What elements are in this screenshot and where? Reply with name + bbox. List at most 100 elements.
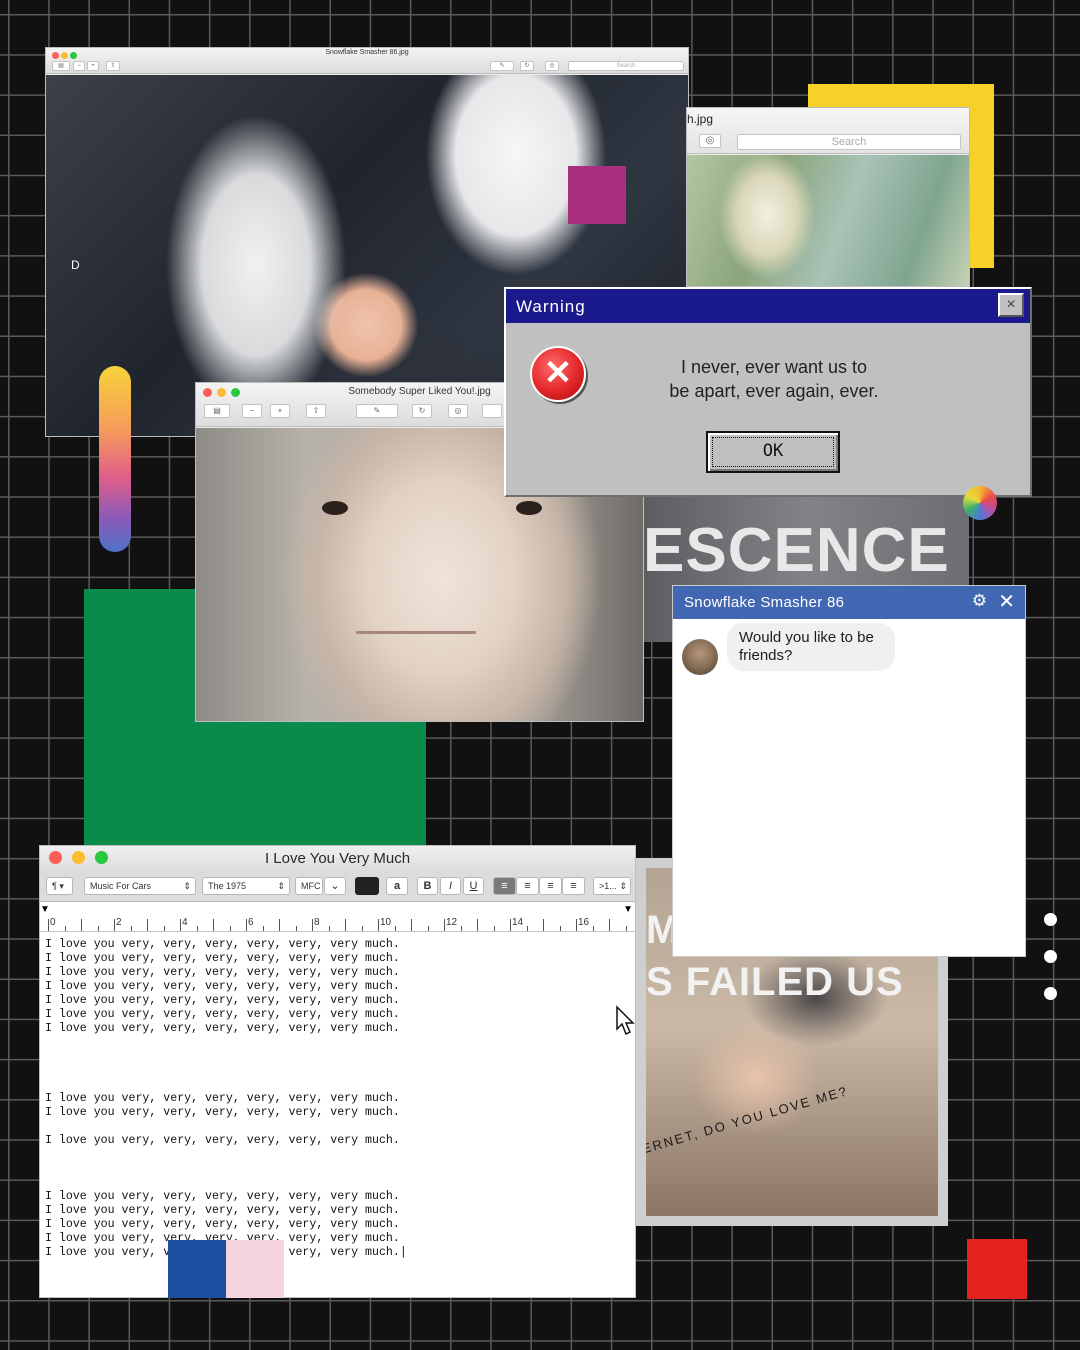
text-line: I love you very, very, very, very, very,… — [45, 966, 400, 979]
text-editor-window[interactable]: I Love You Very Much ¶ ▾ Music For Cars ⇕… — [39, 845, 636, 1298]
title-bar[interactable]: Snowflake Smasher 86.jpg ▤ − + ⇧ ✎ ↻ ◎ S… — [46, 48, 688, 74]
text-line: I love you very, very, very, very, very,… — [45, 1022, 400, 1035]
style-select[interactable]: Music For Cars ⇕ — [84, 877, 196, 895]
gear-icon[interactable]: ⚙ — [972, 591, 987, 611]
highlight-button[interactable]: a — [386, 877, 408, 895]
ruler-tick — [295, 926, 297, 931]
dialog-title: Warning — [516, 297, 586, 316]
ruler-tick — [130, 926, 132, 931]
ruler-number: 16 — [578, 917, 590, 928]
text-line: I love you very, very, very, very, very,… — [45, 952, 400, 965]
text-line: I love you very, very, very, very, very,… — [45, 1106, 400, 1119]
markup-pen-icon[interactable]: ✎ — [356, 404, 398, 418]
ruler-tick — [526, 926, 528, 931]
font-size-select[interactable]: MFC — [295, 877, 323, 895]
justify-icon[interactable]: ≡ — [562, 877, 585, 895]
ruler-tick — [229, 926, 231, 931]
document-body[interactable]: I love you very, very, very, very, very,… — [45, 938, 407, 1260]
dialog-title-bar[interactable]: Warning × — [506, 289, 1030, 323]
line-spacing-select[interactable]: >1... ⇕ — [593, 877, 631, 895]
bold-button[interactable]: B — [417, 877, 438, 895]
ruler-tick — [477, 919, 478, 931]
font-select[interactable]: The 1975 ⇕ — [202, 877, 290, 895]
rotate-icon[interactable]: ↻ — [520, 61, 534, 71]
title-bar[interactable]: h.jpg ◎ Search — [687, 108, 969, 154]
markup-pen-icon[interactable]: ✎ — [490, 61, 514, 71]
ruler-number: 4 — [182, 917, 188, 928]
underline-button[interactable]: U — [463, 877, 484, 895]
poster-failed-text: S FAILED US — [646, 960, 904, 1004]
text-line — [45, 1162, 407, 1176]
text-line — [45, 1050, 407, 1064]
chat-header[interactable]: Snowflake Smasher 86 ⚙ ✕ — [673, 586, 1025, 619]
search-input[interactable]: Search — [737, 134, 961, 150]
left-indent-marker[interactable]: ▼ — [40, 904, 50, 915]
zoom-out-icon[interactable]: − — [73, 61, 85, 71]
blue-square — [168, 1240, 226, 1298]
window-title: Snowflake Smasher 86.jpg — [325, 49, 409, 56]
text-line: I love you very, very, very, very, very,… — [45, 1190, 400, 1203]
avatar[interactable] — [682, 639, 718, 675]
ruler-tick — [394, 926, 396, 931]
text-line — [45, 1078, 407, 1092]
zoom-in-icon[interactable]: + — [87, 61, 99, 71]
ruler-number: 8 — [314, 917, 320, 928]
ruler[interactable]: ▼ ▼ 0 2 4 6 8 10 12 14 16 — [40, 902, 635, 932]
search-input[interactable]: Search — [568, 61, 684, 71]
text-line — [45, 1148, 407, 1162]
ruler-tick — [510, 919, 511, 931]
sidebar-icon[interactable]: ▤ — [52, 61, 70, 71]
poster-headline: ESCENCE — [643, 516, 950, 585]
chat-window[interactable]: Snowflake Smasher 86 ⚙ ✕ Would you like … — [672, 585, 1026, 957]
ruler-tick — [312, 919, 313, 931]
paragraph-style-select[interactable]: ¶ ▾ — [46, 877, 73, 895]
ok-button[interactable]: OK — [706, 431, 840, 473]
ruler-tick — [163, 926, 165, 931]
ruler-number: 12 — [446, 917, 458, 928]
ruler-tick — [262, 926, 264, 931]
text-color-swatch[interactable] — [355, 877, 379, 895]
rotate-icon[interactable]: ↻ — [412, 404, 432, 418]
text-line — [45, 1176, 407, 1190]
ruler-tick — [460, 926, 462, 931]
chevron-down-icon[interactable]: ⌄ — [324, 877, 346, 895]
sidebar-icon[interactable]: ▤ — [204, 404, 230, 418]
align-center-icon[interactable]: ≡ — [516, 877, 539, 895]
annotate-icon[interactable]: ◎ — [545, 61, 559, 71]
text-line: I love you very, very, very, very, very,… — [45, 938, 400, 951]
message-bubble: Would you like to be friends? — [727, 623, 895, 671]
ruler-tick — [279, 919, 280, 931]
close-icon[interactable]: ✕ — [998, 589, 1015, 614]
ruler-tick — [246, 919, 247, 931]
message-line-1: I never, ever want us to — [680, 357, 868, 377]
warning-dialog[interactable]: Warning × ✕ I never, ever want us to be … — [504, 287, 1032, 497]
error-icon: ✕ — [530, 346, 586, 402]
text-line — [45, 1064, 407, 1078]
dot — [1044, 987, 1057, 1000]
align-right-icon[interactable]: ≡ — [539, 877, 562, 895]
text-line: I love you very, very, very, very, very,… — [45, 1204, 400, 1217]
magenta-square — [568, 166, 626, 224]
zoom-in-icon[interactable]: + — [270, 404, 290, 418]
close-icon[interactable]: × — [998, 293, 1024, 317]
ruler-tick — [609, 919, 610, 931]
italic-button[interactable]: I — [440, 877, 461, 895]
ruler-tick — [114, 919, 115, 931]
more-icon[interactable] — [482, 404, 502, 418]
zoom-out-icon[interactable]: − — [242, 404, 262, 418]
preview-window-green[interactable]: h.jpg ◎ Search — [686, 107, 970, 287]
text-line: I love you very, very, very, very, very,… — [45, 1008, 400, 1021]
text-line — [45, 1036, 407, 1050]
align-left-icon[interactable]: ≡ — [493, 877, 516, 895]
text-line: I love you very, very, very, very, very,… — [45, 1092, 400, 1105]
right-eye — [516, 501, 542, 515]
title-bar[interactable]: I Love You Very Much — [40, 846, 635, 872]
ruler-tick — [625, 926, 627, 931]
annotate-icon[interactable]: ◎ — [448, 404, 468, 418]
ruler-tick — [411, 919, 412, 931]
share-icon[interactable]: ⇧ — [106, 61, 120, 71]
ruler-tick — [576, 919, 577, 931]
right-indent-marker[interactable]: ▼ — [623, 904, 633, 915]
annotate-icon[interactable]: ◎ — [699, 134, 721, 148]
share-icon[interactable]: ⇧ — [306, 404, 326, 418]
